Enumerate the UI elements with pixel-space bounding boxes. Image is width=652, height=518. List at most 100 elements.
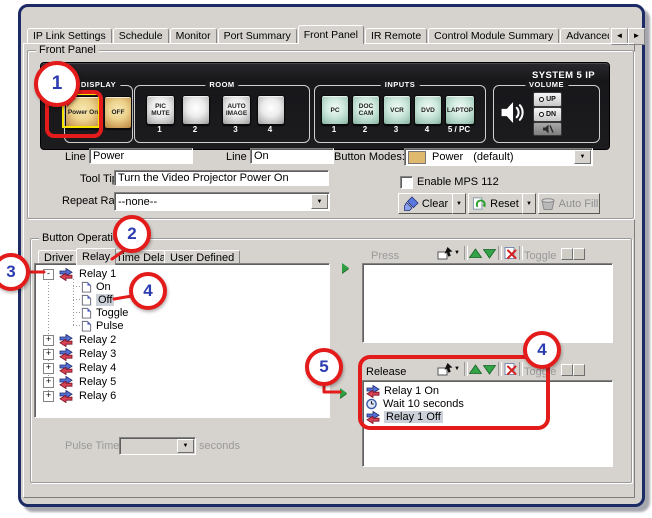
tooltip-input[interactable] [114,170,329,186]
tree-item-label[interactable]: Relay 4 [79,362,116,374]
pulse-time-unit-label: seconds [199,440,240,452]
assign-to-press-arrow-icon[interactable] [342,263,349,273]
move-up-icon[interactable] [469,247,482,259]
relay-icon [58,389,74,403]
tree-item-relay1-off[interactable]: Off [80,293,114,306]
tab-advanced-configuration[interactable]: Advanced Configuration [560,28,609,44]
operation-page-icon [80,294,93,306]
tree-item-relay-4[interactable]: + Relay 4 [35,361,116,374]
tree-item-label[interactable]: Relay 3 [79,348,116,360]
repeat-rate-dropdown[interactable]: --none-- ▼ [114,192,330,211]
tree-item-relay-2[interactable]: + Relay 2 [35,333,116,346]
button-mode-color-swatch [408,151,426,164]
volume-mute-button[interactable] [533,122,562,136]
tree-collapse-toggle[interactable]: - [43,269,54,280]
dropdown-arrow-icon[interactable]: ▼ [311,194,328,209]
page: IP Link Settings Schedule Monitor Port S… [0,0,652,518]
tree-item-label[interactable]: Toggle [96,307,128,319]
tab-control-module-summary[interactable]: Control Module Summary [428,28,559,44]
press-toggle-label: Toggle [524,250,556,262]
front-panel-group-label: Front Panel [36,44,99,56]
tab-relay[interactable]: Relay [76,248,116,265]
assign-to-release-arrow-icon[interactable] [340,388,347,398]
tree-expand-toggle[interactable]: + [43,349,54,360]
tree-connector-line [73,325,80,326]
mute-speaker-icon [542,124,554,134]
device-front-panel: SYSTEM 5 IP DISPLAY Power On OFF ROOM PI… [40,62,610,150]
tab-schedule[interactable]: Schedule [113,28,169,44]
tree-expand-toggle[interactable]: + [43,391,54,402]
input-pc-button[interactable]: PC [321,95,349,125]
tree-item-relay-6[interactable]: + Relay 6 [35,389,116,402]
display-group-label: DISPLAY [77,80,120,89]
input-dvd-button[interactable]: DVD [414,95,442,125]
volume-up-button[interactable]: UP [533,92,562,107]
enable-mps-checkbox[interactable] [400,176,413,189]
auto-fill-bucket-icon [540,197,556,210]
tree-item-relay-1[interactable]: - Relay 1 [35,267,116,280]
auto-image-button[interactable]: AUTO IMAGE [222,95,251,125]
button-modes-dropdown[interactable]: Power (default) ▼ [404,148,593,166]
move-down-icon[interactable] [483,247,496,259]
pic-mute-button[interactable]: PIC MUTE [146,95,175,125]
toggle-state-square[interactable] [573,248,585,260]
speaker-icon [499,100,525,124]
tab-front-panel[interactable]: Front Panel [298,25,364,44]
callout-4-tree: 4 [129,272,167,310]
tab-port-summary[interactable]: Port Summary [218,28,297,44]
room-button-4[interactable] [257,95,285,125]
tree-expand-toggle[interactable]: + [43,363,54,374]
tree-item-label[interactable]: Relay 5 [79,376,116,388]
relay-operations-tree[interactable]: - Relay 1 On Off Toggle Pulse + [34,263,330,418]
button-modes-default-suffix: (default) [473,151,513,163]
press-operations-list[interactable] [362,263,613,343]
tree-item-label[interactable]: Relay 1 [79,268,116,280]
toolbar-separator [519,246,523,260]
volume-up-dot-icon [539,97,544,102]
tree-item-relay1-on[interactable]: On [80,280,111,293]
clear-icon [403,196,419,211]
volume-up-label: UP [546,96,556,103]
power-off-button[interactable]: OFF [104,96,132,129]
tree-item-relay-3[interactable]: + Relay 3 [35,347,116,360]
tab-ip-link-settings[interactable]: IP Link Settings [27,28,112,44]
insert-operation-icon[interactable] [437,246,454,260]
tree-item-label[interactable]: Pulse [96,320,124,332]
toggle-state-square[interactable] [573,364,585,376]
toggle-state-square[interactable] [561,248,573,260]
tab-monitor[interactable]: Monitor [170,28,217,44]
line2-input[interactable] [250,148,334,164]
line1-input[interactable] [89,148,193,164]
input-vcr-button[interactable]: VCR [383,95,411,125]
reset-dropdown-button[interactable]: ▼ [522,193,536,214]
tree-expand-toggle[interactable]: + [43,335,54,346]
tree-item-relay1-pulse[interactable]: Pulse [80,319,124,332]
tree-item-label-selected[interactable]: Off [96,294,114,306]
tree-item-label[interactable]: Relay 2 [79,334,116,346]
toggle-state-square[interactable] [561,364,573,376]
relay-icon [58,347,74,361]
tree-expand-toggle[interactable]: + [43,377,54,388]
room-button-2[interactable] [182,95,210,125]
delete-operation-icon[interactable] [503,246,517,260]
tree-connector-line [73,286,80,287]
main-tab-bar: IP Link Settings Schedule Monitor Port S… [27,25,609,44]
tree-item-relay1-toggle[interactable]: Toggle [80,306,128,319]
dropdown-arrow-icon[interactable]: ▼ [574,150,591,164]
input-number-5-pc: 5 / PC [440,125,478,134]
operation-page-icon [80,281,93,293]
tree-item-relay-5[interactable]: + Relay 5 [35,375,116,388]
reset-button[interactable]: Reset [468,193,523,214]
auto-fill-button[interactable]: Auto Fill [538,193,600,214]
input-laptop-button[interactable]: LAPTOP [445,95,475,125]
insert-dropdown-caret[interactable]: ▼ [454,250,460,256]
auto-image-label: AUTO IMAGE [223,103,250,117]
clear-dropdown-button[interactable]: ▼ [452,193,466,214]
input-doc-cam-button[interactable]: DOC CAM [352,95,380,125]
tree-item-label[interactable]: On [96,281,111,293]
toolbar-separator [464,246,468,260]
tab-ir-remote[interactable]: IR Remote [365,28,427,44]
volume-down-button[interactable]: DN [533,107,562,122]
clear-button[interactable]: Clear [398,193,453,214]
tree-item-label[interactable]: Relay 6 [79,390,116,402]
